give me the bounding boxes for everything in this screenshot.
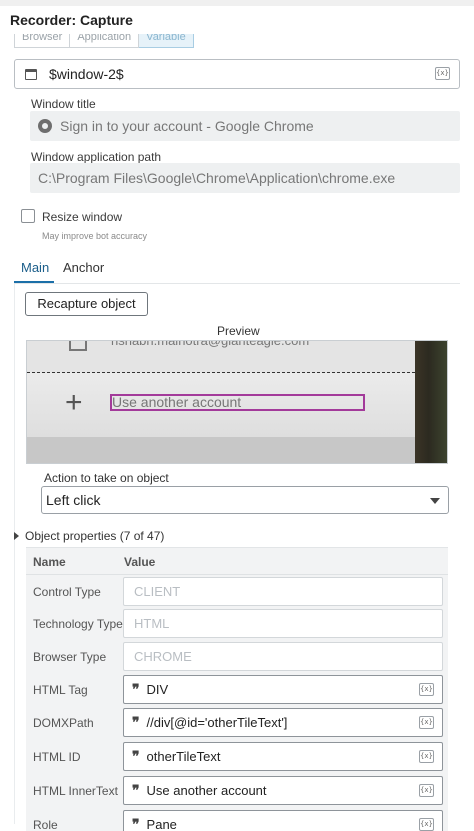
insert-variable-icon[interactable]: {x} xyxy=(419,784,434,797)
panel-left-border xyxy=(14,284,15,824)
property-name: HTML ID xyxy=(33,750,81,764)
property-value-field[interactable]: ❞ DIV {x} xyxy=(123,675,443,704)
segment-variable[interactable]: Variable xyxy=(139,34,194,48)
preview-bottom-area xyxy=(27,437,415,463)
property-value-field[interactable]: CHROME xyxy=(123,642,443,671)
window-title-field: Sign in to your account - Google Chrome xyxy=(30,111,460,141)
insert-variable-icon[interactable]: {x} xyxy=(419,716,434,729)
property-name: Control Type xyxy=(33,585,101,599)
string-type-icon: ❞ xyxy=(132,816,139,831)
property-value-field[interactable]: ❞ Use another account {x} xyxy=(123,776,443,805)
page-title: Recorder: Capture xyxy=(10,12,133,28)
preview-label: Preview xyxy=(217,324,260,338)
preview-email-text: rishabh.malhotra@gianteagle.com xyxy=(111,340,310,348)
property-name: HTML Tag xyxy=(33,683,88,697)
person-icon xyxy=(69,341,87,351)
chevron-down-icon xyxy=(430,498,440,504)
window-variable-value: $window-2$ xyxy=(49,66,124,82)
property-name: Browser Type xyxy=(33,650,107,664)
string-type-icon: ❞ xyxy=(132,782,139,799)
preview-image: rishabh.malhotra@gianteagle.com + Use an… xyxy=(26,340,448,464)
insert-variable-icon[interactable]: {x} xyxy=(419,683,434,696)
header-divider xyxy=(26,574,448,575)
property-value: //div[@id='otherTileText'] xyxy=(146,715,288,730)
recapture-object-button[interactable]: Recapture object xyxy=(25,292,148,316)
string-type-icon: ❞ xyxy=(132,714,139,731)
string-type-icon: ❞ xyxy=(132,748,139,765)
window-icon xyxy=(25,68,37,80)
window-path-field: C:\Program Files\Google\Chrome\Applicati… xyxy=(30,163,460,193)
object-source-selector: Browser Application Variable xyxy=(14,34,194,48)
insert-variable-icon[interactable]: {x} xyxy=(419,818,434,831)
property-value-field[interactable]: ❞ //div[@id='otherTileText'] {x} xyxy=(123,708,443,737)
property-name: Technology Type xyxy=(33,617,123,631)
tab-anchor[interactable]: Anchor xyxy=(63,260,104,275)
column-header-name: Name xyxy=(33,555,66,569)
property-value-field[interactable]: HTML xyxy=(123,609,443,638)
property-name: DOMXPath xyxy=(33,716,94,730)
plus-icon: + xyxy=(65,386,83,419)
resize-window-checkbox[interactable] xyxy=(21,209,35,223)
property-value-field[interactable]: CLIENT xyxy=(123,577,443,606)
action-select-value: Left click xyxy=(46,492,101,508)
window-variable-field[interactable]: $window-2$ {x} xyxy=(14,59,460,89)
property-value-field[interactable]: ❞ Pane {x} xyxy=(123,810,443,831)
insert-variable-icon[interactable]: {x} xyxy=(419,750,434,763)
property-value: HTML xyxy=(134,616,170,631)
string-type-icon: ❞ xyxy=(132,681,139,698)
preview-account-row: rishabh.malhotra@gianteagle.com xyxy=(27,341,415,373)
object-properties-table: Name Value Control Type CLIENT Technolog… xyxy=(26,547,448,831)
tab-main[interactable]: Main xyxy=(21,260,49,275)
top-strip xyxy=(0,0,474,6)
property-value: Use another account xyxy=(146,783,267,798)
property-name: HTML InnerText xyxy=(33,784,118,798)
action-select[interactable]: Left click xyxy=(41,486,449,514)
chrome-icon xyxy=(38,119,52,133)
column-header-value: Value xyxy=(124,555,156,569)
window-title-value: Sign in to your account - Google Chrome xyxy=(60,118,314,134)
property-value: CLIENT xyxy=(134,584,181,599)
segment-application[interactable]: Application xyxy=(70,34,140,48)
expand-caret-icon[interactable] xyxy=(14,532,19,540)
property-value: Pane xyxy=(146,817,177,831)
window-title-label: Window title xyxy=(31,97,96,111)
object-properties-toggle[interactable]: Object properties (7 of 47) xyxy=(25,529,164,543)
property-name: Role xyxy=(33,818,58,831)
property-value: CHROME xyxy=(134,649,192,664)
window-path-value: C:\Program Files\Google\Chrome\Applicati… xyxy=(38,170,396,186)
window-path-label: Window application path xyxy=(31,150,162,164)
property-value: otherTileText xyxy=(146,749,221,764)
resize-window-label: Resize window xyxy=(42,210,123,224)
property-value: DIV xyxy=(146,682,169,697)
captured-object-highlight xyxy=(110,394,365,411)
action-label: Action to take on object xyxy=(44,471,169,485)
segment-browser[interactable]: Browser xyxy=(14,34,71,48)
property-value-field[interactable]: ❞ otherTileText {x} xyxy=(123,742,443,771)
insert-variable-icon[interactable]: {x} xyxy=(435,67,450,80)
tab-divider xyxy=(14,283,460,284)
preview-background-photo xyxy=(415,341,447,463)
resize-window-hint: May improve bot accuracy xyxy=(42,231,148,241)
